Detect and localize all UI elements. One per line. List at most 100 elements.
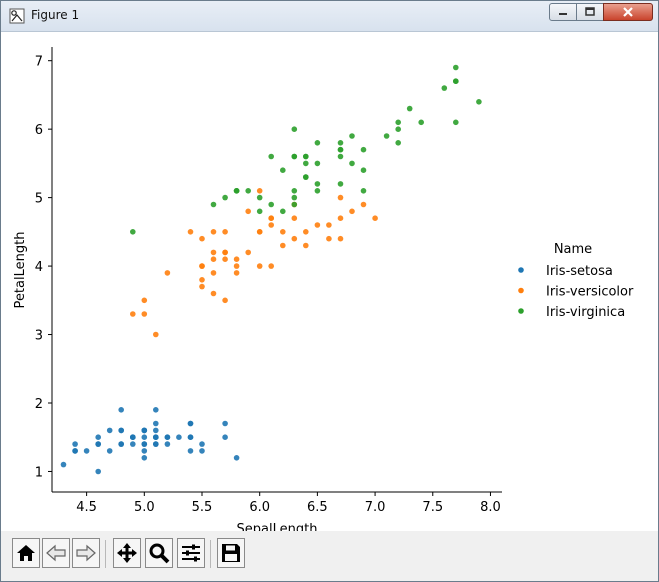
scatter-point (83, 448, 90, 454)
scatter-point (360, 201, 367, 208)
y-tick-label: 4 (35, 260, 43, 275)
home-icon (17, 545, 35, 561)
x-tick-label: 7.5 (422, 500, 443, 515)
scatter-point (106, 448, 113, 454)
scatter-point (395, 119, 402, 126)
scatter-point (72, 441, 78, 447)
scatter-point (291, 153, 298, 160)
x-axis-label: SepalLength (237, 522, 318, 531)
scatter-point (406, 105, 413, 112)
scatter-point (95, 441, 101, 447)
scatter-point (268, 201, 275, 208)
scatter-point (130, 441, 136, 447)
scatter-point (360, 188, 367, 194)
scatter-point (199, 277, 205, 283)
scatter-point (349, 133, 355, 139)
home-button[interactable] (12, 538, 40, 568)
scatter-point (337, 153, 344, 160)
scatter-point (233, 455, 240, 461)
scatter-point (291, 235, 298, 242)
scatter-point (360, 146, 367, 153)
scatter-point (176, 434, 182, 441)
scatter-point (337, 140, 344, 146)
scatter-point (441, 85, 448, 91)
scatter-point (395, 126, 402, 132)
minimize-button[interactable] (549, 3, 577, 21)
scatter-point (210, 249, 217, 256)
navigation-toolbar (1, 531, 658, 581)
legend-marker (518, 287, 524, 294)
scatter-point (210, 256, 217, 262)
scatter-point (245, 188, 251, 194)
forward-button[interactable] (72, 538, 100, 568)
x-tick-label: 6.0 (249, 500, 270, 515)
scatter-point (268, 222, 275, 228)
scatter-point (233, 270, 240, 276)
title-bar[interactable]: Figure 1 (1, 1, 658, 32)
toolbar-separator (105, 540, 106, 568)
scatter-point (199, 448, 205, 454)
scatter-point (199, 235, 205, 242)
scatter-point (118, 441, 124, 447)
figure-window: Figure 1 4.5 5.0 5.5 6.0 6.5 7.0 7.5 8.0 1 2 3 4 5 6… (0, 0, 659, 582)
scatter-point (314, 160, 321, 167)
zoom-button[interactable] (145, 538, 173, 568)
figure-canvas[interactable]: 4.5 5.0 5.5 6.0 6.5 7.0 7.5 8.0 1 2 3 4 5 6 7 SepalLe… (1, 32, 658, 537)
scatter-point (326, 222, 332, 228)
scatter-point (453, 64, 459, 71)
close-button[interactable] (603, 3, 653, 21)
pan-button[interactable] (113, 538, 141, 568)
x-tick-label: 6.5 (307, 500, 328, 515)
scatter-point (337, 146, 344, 153)
scatter-point (153, 427, 159, 434)
scatter-point (72, 448, 78, 454)
scatter-point (326, 235, 332, 242)
scatter-point (337, 235, 344, 242)
scatter-point (256, 194, 263, 201)
scatter-point (349, 160, 355, 167)
scatter-point (268, 263, 275, 269)
scatter-point (314, 140, 321, 146)
scatter-point (106, 427, 113, 434)
scatter-point (141, 434, 148, 441)
scatter-point (268, 215, 275, 221)
scatter-point (222, 249, 228, 256)
scatter-point (210, 290, 217, 297)
scatter-point (187, 434, 194, 441)
scatter-point (210, 201, 217, 208)
legend-label: Iris-setosa (546, 264, 613, 279)
legend-label: Iris-virginica (546, 305, 625, 320)
scatter-point (141, 297, 148, 304)
legend-title: Name (554, 242, 592, 257)
scatter-point (280, 229, 286, 235)
scatter-point (95, 434, 101, 441)
scatter-point (256, 229, 263, 235)
figure-icon (9, 8, 25, 24)
scatter-point (199, 263, 205, 269)
scatter-point (337, 181, 344, 187)
scatter-point (476, 99, 482, 105)
scatter-point (164, 441, 171, 447)
scatter-point (210, 270, 217, 276)
scatter-point (222, 194, 228, 201)
scatter-point (395, 140, 402, 146)
scatter-point (187, 448, 194, 454)
scatter-point (291, 215, 298, 221)
scatter-point (130, 311, 136, 317)
scatter-point (256, 188, 263, 194)
scatter-point (303, 174, 309, 180)
scatter-point (222, 434, 228, 441)
scatter-point (337, 194, 344, 201)
scatter-point (153, 441, 159, 447)
scatter-point (280, 167, 286, 173)
x-tick-label: 7.0 (365, 500, 386, 515)
maximize-button[interactable] (576, 3, 604, 21)
scatter-point (314, 222, 321, 228)
scatter-point (291, 188, 298, 194)
save-button[interactable] (217, 538, 245, 568)
legend-marker (518, 308, 524, 314)
sliders-icon (182, 544, 200, 562)
configure-subplots-button[interactable] (177, 538, 205, 568)
y-tick-label: 6 (35, 123, 43, 138)
back-button[interactable] (42, 538, 70, 568)
